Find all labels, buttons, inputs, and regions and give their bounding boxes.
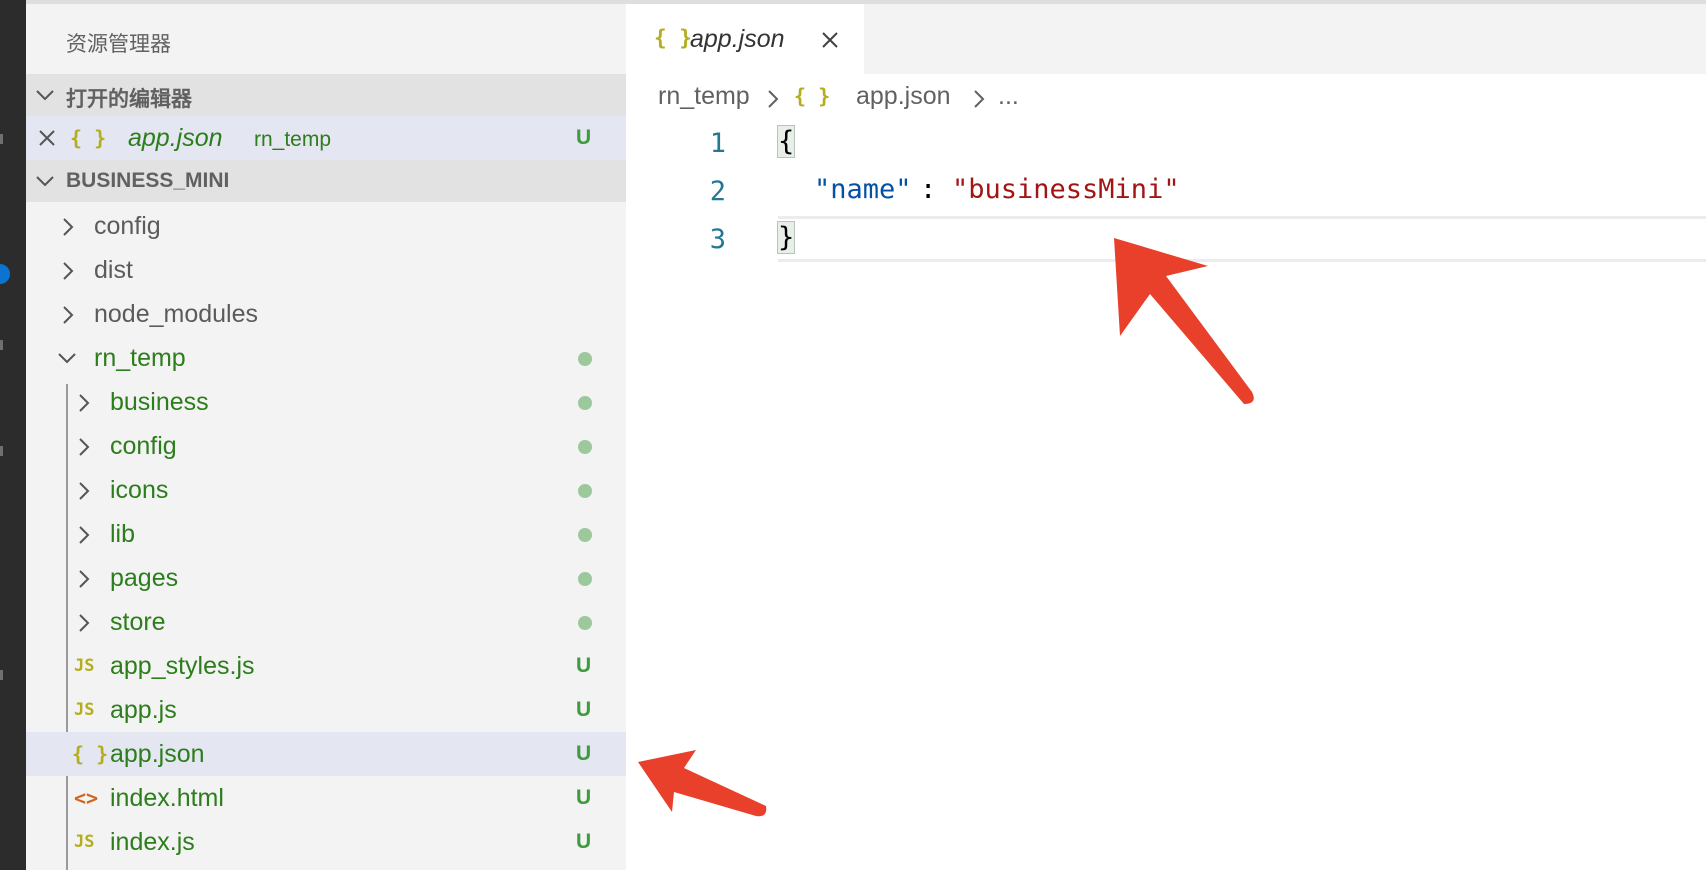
activity-icon[interactable]: [0, 340, 3, 350]
breadcrumb-more[interactable]: ...: [998, 82, 1019, 111]
tree-item-label: lib: [110, 520, 136, 548]
project-name: BUSINESS_MINI: [66, 169, 230, 192]
tree-item-label: business: [110, 388, 209, 416]
current-line-highlight: [778, 216, 1706, 262]
breadcrumb-folder[interactable]: rn_temp: [658, 82, 750, 111]
tree-item-label: rn_temp: [94, 344, 186, 372]
tree-item-label: index.js: [110, 828, 195, 856]
git-untracked-badge: U: [576, 654, 592, 677]
json-key: "name": [814, 174, 912, 205]
tree-file-app-js[interactable]: JS app.js U: [26, 688, 626, 732]
tree-item-label: pages: [110, 564, 179, 592]
close-icon[interactable]: [820, 30, 840, 50]
git-untracked-badge: U: [576, 742, 592, 765]
editor-pane: { } app.json rn_temp { } app.json ... 1 …: [626, 4, 1706, 870]
tree-folder-icons[interactable]: icons: [26, 468, 626, 512]
tree-item-label: dist: [94, 256, 133, 284]
tree-folder-rn-temp[interactable]: rn_temp: [26, 336, 626, 380]
tree-item-label: index.html: [110, 784, 224, 812]
open-editor-filename: app.json: [128, 124, 223, 152]
tree-file-app-json[interactable]: { } app.json U: [26, 732, 626, 776]
chevron-right-icon: [79, 570, 90, 588]
line-number: 2: [709, 176, 726, 207]
tree-item-label: app_styles.js: [110, 652, 255, 680]
accounts-badge-icon[interactable]: [0, 264, 10, 284]
chevron-right-icon: [79, 438, 90, 456]
tree-folder-store[interactable]: store: [26, 600, 626, 644]
json-icon: { }: [794, 84, 831, 108]
git-modified-dot: [578, 572, 592, 586]
tree-item-label: app.json: [110, 740, 205, 768]
chevron-down-icon: [36, 90, 54, 101]
chevron-right-icon: [79, 614, 90, 632]
activity-bar: [0, 0, 26, 870]
line-number: 1: [709, 128, 726, 159]
close-icon[interactable]: [38, 129, 56, 147]
open-editors-label: 打开的编辑器: [66, 88, 192, 111]
chevron-right-icon: [768, 90, 779, 108]
tree-item-label: config: [110, 432, 177, 460]
js-file-icon: JS: [74, 656, 95, 676]
chevron-right-icon: [63, 218, 74, 236]
tree-file-index-js[interactable]: JS index.js U: [26, 820, 626, 864]
tree-item-label: app.js: [110, 696, 177, 724]
git-modified-dot: [578, 484, 592, 498]
json-icon: { }: [654, 26, 692, 50]
json-value: "businessMini": [952, 174, 1180, 205]
tab-label: app.json: [690, 25, 785, 53]
html-file-icon: <>: [74, 786, 99, 810]
chevron-right-icon: [63, 306, 74, 324]
git-modified-dot: [578, 396, 592, 410]
line-number: 3: [709, 224, 726, 255]
git-modified-dot: [578, 616, 592, 630]
project-header[interactable]: BUSINESS_MINI: [26, 160, 626, 202]
activity-icon[interactable]: [0, 446, 3, 456]
open-brace: {: [776, 125, 796, 158]
tree-item-label: node_modules: [94, 300, 259, 328]
json-file-icon: { }: [72, 742, 109, 766]
chevron-right-icon: [79, 482, 90, 500]
tree-folder-dist[interactable]: dist: [26, 248, 626, 292]
close-brace: }: [776, 221, 796, 254]
tree-folder-config[interactable]: config: [26, 204, 626, 248]
open-editor-item[interactable]: { } app.json rn_temp U: [26, 116, 626, 160]
chevron-right-icon: [974, 90, 985, 108]
js-file-icon: JS: [74, 832, 95, 852]
git-modified-dot: [578, 440, 592, 454]
json-icon: { }: [70, 126, 107, 150]
editor-tab-bar: { } app.json: [626, 4, 1706, 74]
json-colon: :: [920, 174, 953, 205]
tree-item-label: icons: [110, 476, 169, 504]
tree-folder-lib[interactable]: lib: [26, 512, 626, 556]
open-editor-folder: rn_temp: [254, 128, 332, 151]
open-editors-header[interactable]: 打开的编辑器: [26, 74, 626, 116]
git-modified-dot: [578, 352, 592, 366]
activity-icon[interactable]: [0, 134, 3, 144]
git-modified-dot: [578, 528, 592, 542]
tree-folder-business[interactable]: business: [26, 380, 626, 424]
breadcrumb-file[interactable]: app.json: [856, 82, 951, 111]
git-untracked-badge: U: [576, 786, 592, 809]
tree-file-index-html[interactable]: <> index.html U: [26, 776, 626, 820]
tree-folder-config[interactable]: config: [26, 424, 626, 468]
explorer-title: 资源管理器: [66, 33, 171, 56]
git-untracked-badge: U: [576, 698, 592, 721]
tree-file-app-styles-js[interactable]: JS app_styles.js U: [26, 644, 626, 688]
tree-item-label: store: [110, 608, 166, 636]
tab-app-json[interactable]: { } app.json: [626, 4, 864, 74]
chevron-right-icon: [79, 526, 90, 544]
js-file-icon: JS: [74, 700, 95, 720]
tree-item-label: config: [94, 212, 161, 240]
git-untracked-badge: U: [576, 830, 592, 853]
git-untracked-badge: U: [576, 126, 592, 149]
chevron-down-icon: [36, 176, 54, 187]
chevron-right-icon: [63, 262, 74, 280]
activity-icon[interactable]: [0, 670, 3, 680]
chevron-right-icon: [79, 394, 90, 412]
chevron-down-icon: [58, 353, 76, 364]
tree-folder-pages[interactable]: pages: [26, 556, 626, 600]
tree-folder-node-modules[interactable]: node_modules: [26, 292, 626, 336]
explorer-sidebar: 资源管理器 打开的编辑器 { } app.json rn_temp U BUSI…: [26, 4, 626, 870]
